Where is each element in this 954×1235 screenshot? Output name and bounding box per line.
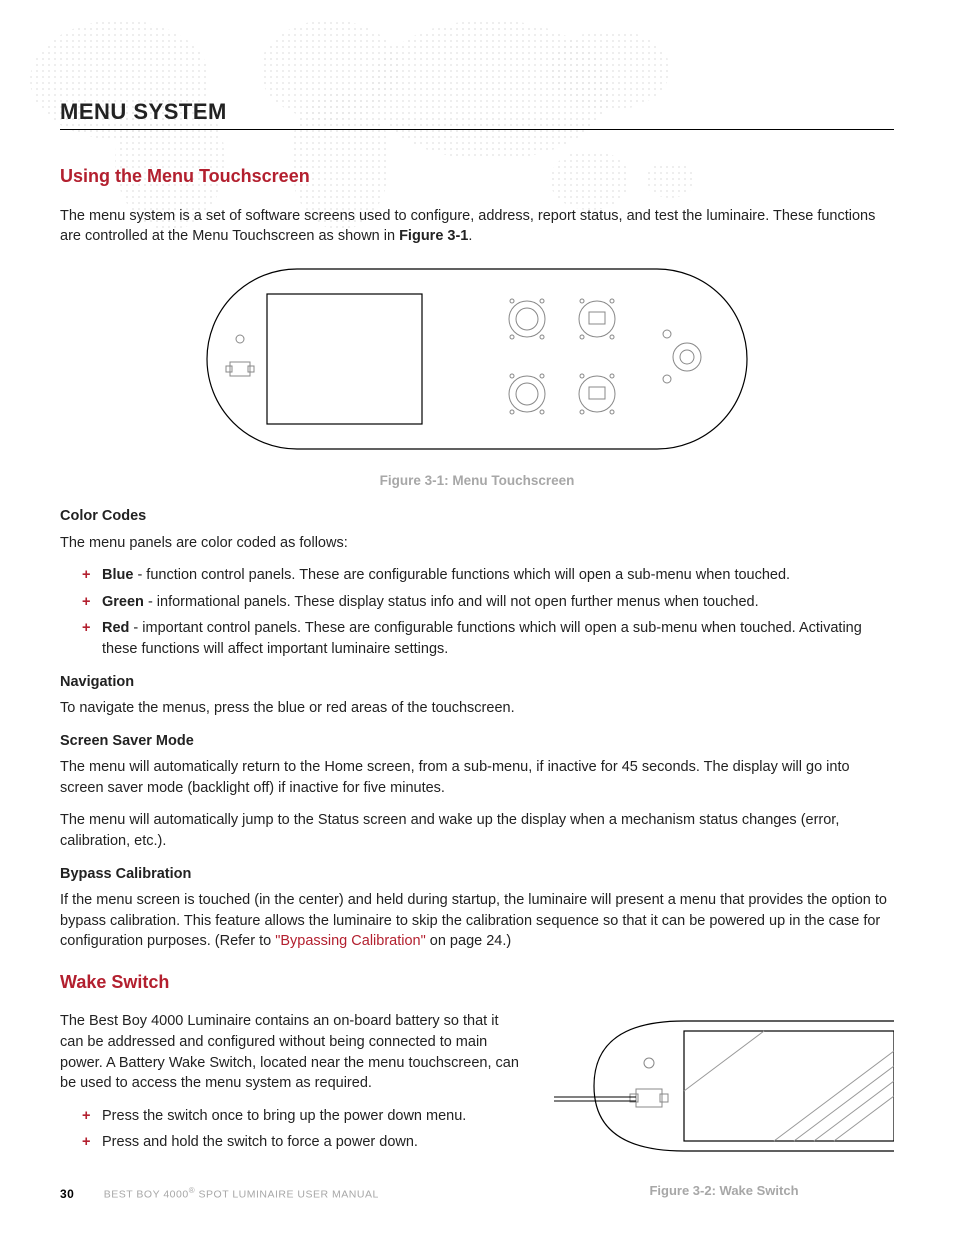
bypass-paragraph: If the menu screen is touched (in the ce… xyxy=(60,890,894,952)
list-item: Press the switch once to bring up the po… xyxy=(82,1106,524,1127)
color-codes-intro: The menu panels are color coded as follo… xyxy=(60,533,894,554)
color-codes-list: Blue - function control panels. These ar… xyxy=(82,565,894,659)
intro-paragraph: The menu system is a set of software scr… xyxy=(60,206,894,247)
subsection-wake-switch: Wake Switch xyxy=(60,970,894,996)
navigation-text: To navigate the menus, press the blue or… xyxy=(60,698,894,719)
figure-2-caption: Figure 3-2: Wake Switch xyxy=(554,1182,894,1200)
list-item: Press and hold the switch to force a pow… xyxy=(82,1132,524,1153)
color-codes-head: Color Codes xyxy=(60,506,894,527)
figure-wake-switch xyxy=(554,1011,894,1161)
wake-switch-paragraph: The Best Boy 4000 Luminaire contains an … xyxy=(60,1011,524,1093)
screensaver-p1: The menu will automatically return to th… xyxy=(60,757,894,798)
bypass-head: Bypass Calibration xyxy=(60,864,894,885)
list-item: Red - important control panels. These ar… xyxy=(82,618,894,659)
figure-menu-touchscreen xyxy=(197,259,757,459)
navigation-head: Navigation xyxy=(60,672,894,693)
list-item: Blue - function control panels. These ar… xyxy=(82,565,894,586)
section-heading: MENU SYSTEM xyxy=(60,96,894,130)
screensaver-head: Screen Saver Mode xyxy=(60,731,894,752)
figure-1-caption: Figure 3-1: Menu Touchscreen xyxy=(60,471,894,490)
screensaver-p2: The menu will automatically jump to the … xyxy=(60,810,894,851)
subsection-using-menu: Using the Menu Touchscreen xyxy=(60,164,894,190)
list-item: Green - informational panels. These disp… xyxy=(82,592,894,613)
bypass-calibration-link[interactable]: "Bypassing Calibration" xyxy=(275,933,426,949)
wake-switch-list: Press the switch once to bring up the po… xyxy=(82,1106,524,1153)
